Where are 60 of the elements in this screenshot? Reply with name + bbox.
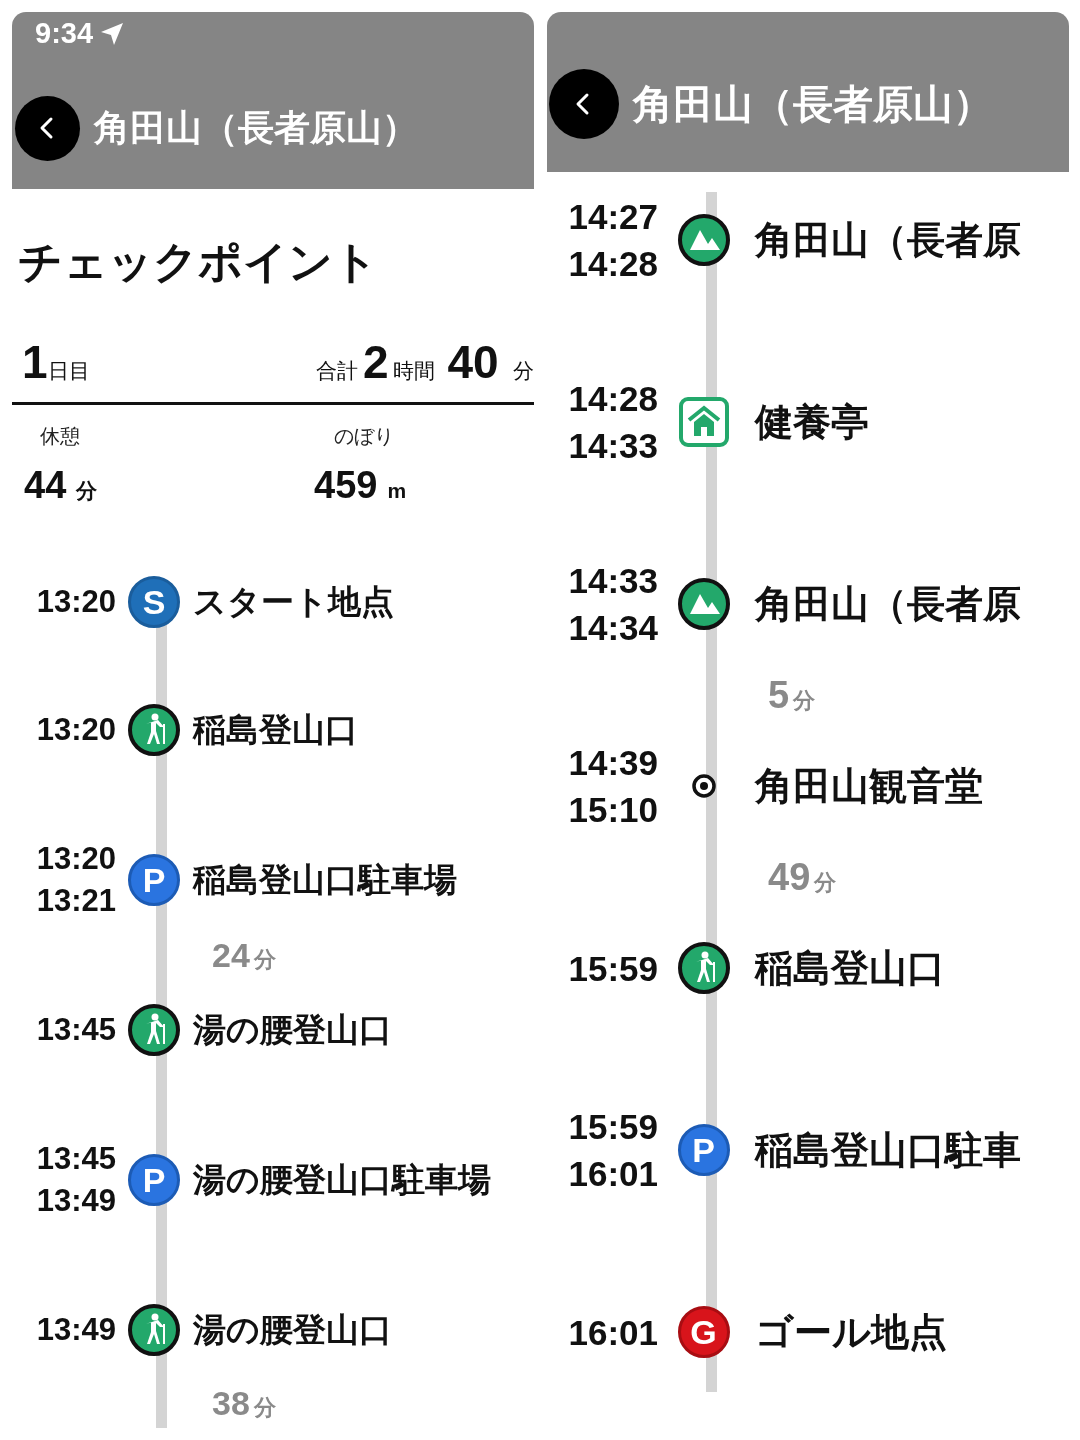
time-text: 15:10: [568, 789, 658, 831]
time-text: 14:28: [568, 378, 658, 420]
stop-name: 健養亭: [753, 399, 869, 445]
mountain-icon: [677, 214, 730, 266]
stop-name: 角田山（長者原: [753, 581, 1021, 627]
stop-name: 稲島登山口: [753, 945, 945, 991]
hiker-icon: [128, 1004, 180, 1056]
stop-name: ゴール地点: [754, 1309, 947, 1355]
duration-text: 24分: [212, 934, 276, 976]
time-text: 14:33: [568, 560, 658, 602]
page-title: 角田山（長者原山）: [94, 106, 418, 150]
time-text: 13:21: [36, 882, 116, 920]
parking-marker: P: [677, 1124, 730, 1176]
stop-name: 稲島登山口: [191, 710, 358, 751]
time-text: 13:49: [36, 1182, 116, 1220]
stat-value: 459 m: [314, 463, 408, 508]
hiker-icon: [128, 704, 180, 756]
location-arrow-icon: [99, 20, 126, 47]
time-text: 14:39: [568, 742, 658, 784]
time-text: 16:01: [568, 1311, 658, 1354]
mountain-icon: [677, 578, 730, 630]
time-text: 13:45: [36, 1140, 116, 1178]
time-text: 15:59: [568, 1106, 658, 1148]
stop-name: 湯の腰登山口: [192, 1310, 392, 1351]
stop-name: 稲島登山口駐車: [753, 1127, 1021, 1173]
stop-name: 稲島登山口駐車場: [191, 860, 457, 901]
time-text: 14:34: [568, 607, 658, 649]
day-label: 1日目: [22, 338, 90, 386]
time-text: 13:20: [36, 840, 116, 878]
time-text: 14:33: [568, 425, 658, 467]
stat-label: のぼり: [333, 424, 395, 449]
stat-value: 44 分: [24, 463, 99, 508]
time-text: 15:59: [568, 947, 658, 990]
duration-text: 49 分: [768, 854, 837, 900]
house-icon: [677, 396, 730, 448]
stop-name: 角田山観音堂: [753, 763, 983, 809]
total-time: 合計 2 時間 40 分: [316, 338, 534, 386]
page-title: 角田山（長者原山）: [633, 81, 993, 128]
time-text: 13:49: [36, 1311, 116, 1349]
stop-name: 湯の腰登山口駐車場: [192, 1160, 491, 1201]
time-text: 13:45: [36, 1011, 116, 1049]
hiker-icon: [677, 942, 730, 994]
status-time: 9:34: [35, 16, 94, 51]
start-marker: S: [128, 576, 180, 628]
duration-text: 38 分: [212, 1382, 276, 1424]
time-text: 14:28: [568, 243, 658, 285]
section-heading: チェックポイント: [17, 235, 379, 288]
stop-name: 湯の腰登山口: [192, 1010, 392, 1051]
time-text: 16:01: [568, 1153, 658, 1195]
parking-marker: P: [128, 854, 180, 906]
stat-label: 休憩: [39, 424, 81, 449]
parking-marker: P: [128, 1154, 180, 1206]
time-text: 13:20: [36, 583, 116, 621]
stop-name: 角田山（長者原: [753, 217, 1021, 263]
goal-marker: G: [677, 1306, 730, 1358]
time-text: 13:20: [36, 711, 116, 749]
stop-name: スタート地点: [192, 582, 394, 623]
duration-text: 5 分: [768, 672, 816, 718]
hiker-icon: [128, 1304, 180, 1356]
time-text: 14:27: [568, 196, 658, 238]
